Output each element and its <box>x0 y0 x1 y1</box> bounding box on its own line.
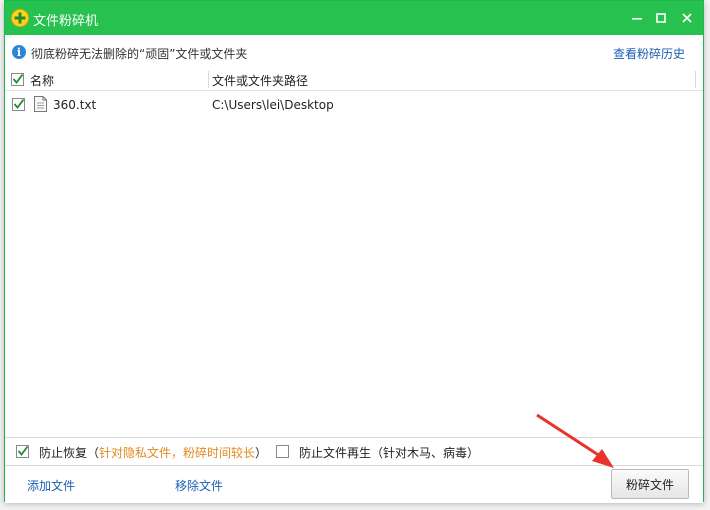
app-logo-icon <box>11 9 29 27</box>
shred-options: 防止恢复（针对隐私文件，粉碎时间较长） 防止文件再生（针对木马、病毒） <box>5 438 703 466</box>
table-row[interactable]: 360.txt C:\Users\lei\Desktop <box>5 94 703 116</box>
paren-close: ） <box>255 446 268 460</box>
prevent-regen-label[interactable]: 防止文件再生（针对木马、病毒） <box>299 444 479 461</box>
prevent-recovery-checkbox[interactable] <box>16 445 29 458</box>
prevent-recovery-label[interactable]: 防止恢复（针对隐私文件，粉碎时间较长） <box>39 444 267 461</box>
file-name: 360.txt <box>53 98 97 112</box>
file-list[interactable]: 名称 文件或文件夹路径 360.txt C:\Users\lei\Desktop <box>5 69 703 438</box>
paren-open: （ <box>87 446 100 460</box>
checkmark-icon <box>12 73 24 84</box>
window-title: 文件粉碎机 <box>33 14 99 29</box>
column-header-name[interactable]: 名称 <box>30 72 54 89</box>
info-text: 彻底粉碎无法删除的“顽固”文件或文件夹 <box>31 47 248 61</box>
view-history-link[interactable]: 查看粉碎历史 <box>613 45 685 62</box>
select-all-checkbox[interactable] <box>11 73 24 86</box>
column-divider[interactable] <box>208 71 209 88</box>
column-divider[interactable] <box>695 71 696 88</box>
text-file-icon <box>34 96 47 112</box>
list-header: 名称 文件或文件夹路径 <box>5 69 703 91</box>
close-button[interactable] <box>676 7 698 29</box>
maximize-button[interactable] <box>650 7 672 29</box>
prevent-recovery-text: 防止恢复 <box>39 446 88 460</box>
title-bar[interactable]: 文件粉碎机 <box>5 1 703 35</box>
file-path: C:\Users\lei\Desktop <box>212 98 334 112</box>
maximize-icon <box>656 13 666 23</box>
minimize-icon <box>632 18 642 20</box>
checkmark-icon <box>13 98 25 109</box>
column-header-path[interactable]: 文件或文件夹路径 <box>212 72 308 89</box>
row-checkbox[interactable] <box>12 98 25 111</box>
prevent-regen-note: （针对木马、病毒） <box>371 446 480 460</box>
add-file-link[interactable]: 添加文件 <box>27 477 75 494</box>
remove-file-link[interactable]: 移除文件 <box>175 477 223 494</box>
footer-bar: 添加文件 移除文件 粉碎文件 <box>5 466 703 503</box>
info-bar: i 彻底粉碎无法删除的“顽固”文件或文件夹 查看粉碎历史 <box>5 35 703 70</box>
shred-files-button[interactable]: 粉碎文件 <box>611 469 689 499</box>
close-icon <box>682 13 692 23</box>
minimize-button[interactable] <box>626 7 648 29</box>
prevent-regen-checkbox[interactable] <box>276 445 289 458</box>
info-icon: i <box>12 45 26 59</box>
checkmark-icon <box>17 445 29 456</box>
prevent-regen-text: 防止文件再生 <box>299 446 372 460</box>
prevent-recovery-note: 针对隐私文件，粉碎时间较长 <box>99 446 256 460</box>
file-shredder-window: 文件粉碎机 i 彻底粉碎无法删除的“顽固”文件或文件夹 查看粉碎历史 名称 文件… <box>4 0 704 503</box>
